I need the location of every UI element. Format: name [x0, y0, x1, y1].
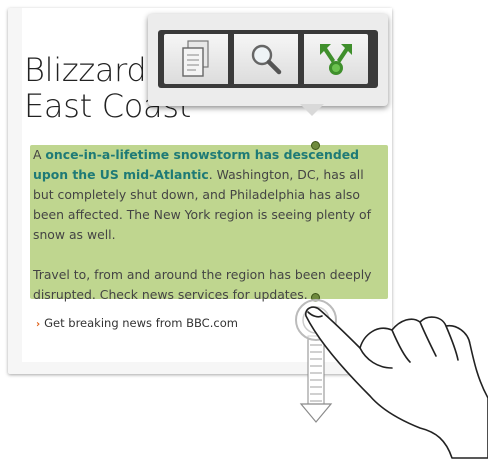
selection-start-handle[interactable] [311, 141, 320, 150]
paragraph-1: A once-in-a-lifetime snowstorm has desce… [33, 145, 385, 245]
search-button[interactable] [234, 34, 298, 84]
selection-end-handle[interactable] [311, 293, 320, 302]
paragraph-1-lead: A [33, 147, 46, 162]
selection-popup-menu [148, 14, 388, 106]
search-icon [251, 44, 282, 75]
share-icon [320, 44, 352, 75]
article-body[interactable]: A once-in-a-lifetime snowstorm has desce… [33, 145, 385, 325]
copy-button[interactable] [164, 34, 228, 84]
breaking-news-label: Get breaking news from BBC.com [44, 316, 238, 330]
paragraph-2: Travel to, from and around the region ha… [33, 267, 372, 302]
breaking-news-link[interactable]: › Get breaking news from BBC.com [36, 316, 238, 330]
popup-pointer [300, 104, 324, 116]
copy-icon [182, 40, 209, 77]
share-button[interactable] [304, 34, 368, 84]
popup-toolbar [158, 30, 378, 88]
chevron-right-icon: › [36, 319, 41, 330]
